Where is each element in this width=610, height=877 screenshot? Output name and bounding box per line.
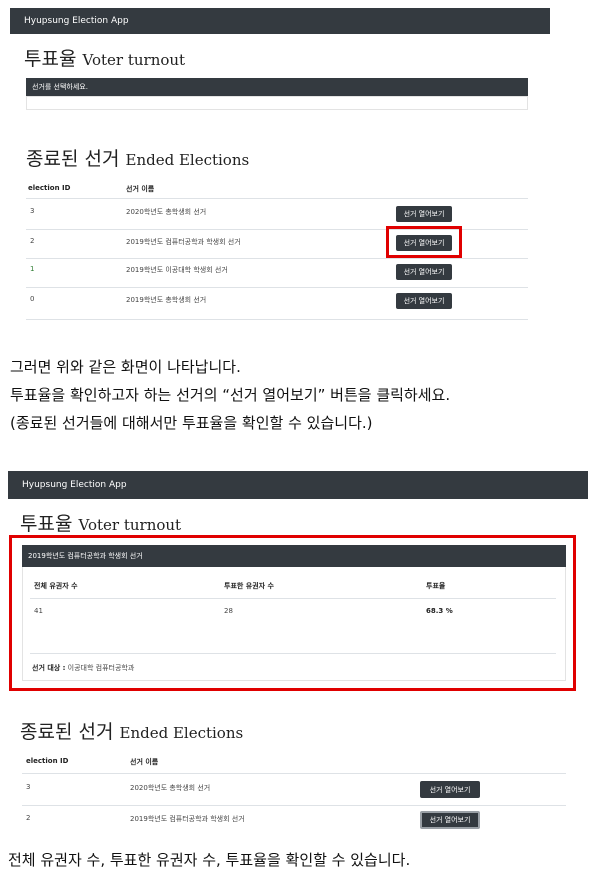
table-row-name: 2019학년도 총학생회 선거 <box>126 296 207 304</box>
table-divider <box>26 258 528 259</box>
select-election-header: 선거를 선택하세요. <box>26 78 528 96</box>
app-title[interactable]: Hyupsung Election App <box>22 480 127 490</box>
table-row-name: 2020학년도 총학생회 선거 <box>126 208 207 216</box>
table-row-id: 0 <box>30 295 35 303</box>
open-election-button[interactable]: 선거 열어보기 <box>396 293 452 309</box>
table-divider <box>22 805 566 806</box>
app-navbar: Hyupsung Election App <box>10 8 550 34</box>
column-header-election-id: election ID <box>26 757 69 765</box>
table-row-name: 2020학년도 총학생회 선거 <box>130 784 211 792</box>
table-row-id: 3 <box>30 207 35 215</box>
table-divider <box>26 198 528 199</box>
table-row-id: 2 <box>26 814 31 822</box>
table-row-id: 2 <box>30 237 35 245</box>
column-header-election-name: 선거 이름 <box>130 758 159 766</box>
instruction-line-2: 투표율을 확인하고자 하는 선거의 “선거 열어보기” 버튼을 클릭하세요. <box>10 386 451 404</box>
table-row-id: 1 <box>30 265 35 273</box>
table-row-id: 3 <box>26 783 31 791</box>
open-election-button[interactable]: 선거 열어보기 <box>420 781 480 798</box>
table-row-name: 2019학년도 컴퓨터공학과 학생회 선거 <box>126 238 241 246</box>
turnout-title: 투표율 Voter turnout <box>24 48 186 70</box>
open-election-button[interactable]: 선거 열어보기 <box>420 811 480 829</box>
highlight-box <box>9 535 576 691</box>
open-election-button[interactable]: 선거 열어보기 <box>396 264 452 280</box>
app-navbar: Hyupsung Election App <box>8 471 588 499</box>
table-divider <box>22 773 566 774</box>
instruction-line-3: (종료된 선거들에 대해서만 투표율을 확인할 수 있습니다.) <box>10 414 373 432</box>
bottom-caption: 전체 유권자 수, 투표한 유권자 수, 투표율을 확인할 수 있습니다. <box>8 851 411 869</box>
column-header-election-id: election ID <box>28 184 71 192</box>
table-divider <box>26 319 528 320</box>
ended-elections-title: 종료된 선거 Ended Elections <box>26 148 250 170</box>
select-election-body <box>26 96 528 110</box>
instruction-line-1: 그러면 위와 같은 화면이 나타납니다. <box>10 358 241 376</box>
table-row-name: 2019학년도 이공대학 학생회 선거 <box>126 266 228 274</box>
app-title[interactable]: Hyupsung Election App <box>24 16 129 26</box>
turnout-title: 투표율 Voter turnout <box>20 513 182 535</box>
column-header-election-name: 선거 이름 <box>126 185 155 193</box>
open-election-button[interactable]: 선거 열어보기 <box>396 206 452 222</box>
screenshot-2: Hyupsung Election App 투표율 Voter turnout … <box>8 471 588 837</box>
table-row-name: 2019학년도 컴퓨터공학과 학생회 선거 <box>130 815 245 823</box>
highlight-box <box>386 226 462 258</box>
table-divider <box>26 287 528 288</box>
screenshot-1: Hyupsung Election App 투표율 Voter turnout … <box>10 8 550 338</box>
ended-elections-title: 종료된 선거 Ended Elections <box>20 721 244 743</box>
